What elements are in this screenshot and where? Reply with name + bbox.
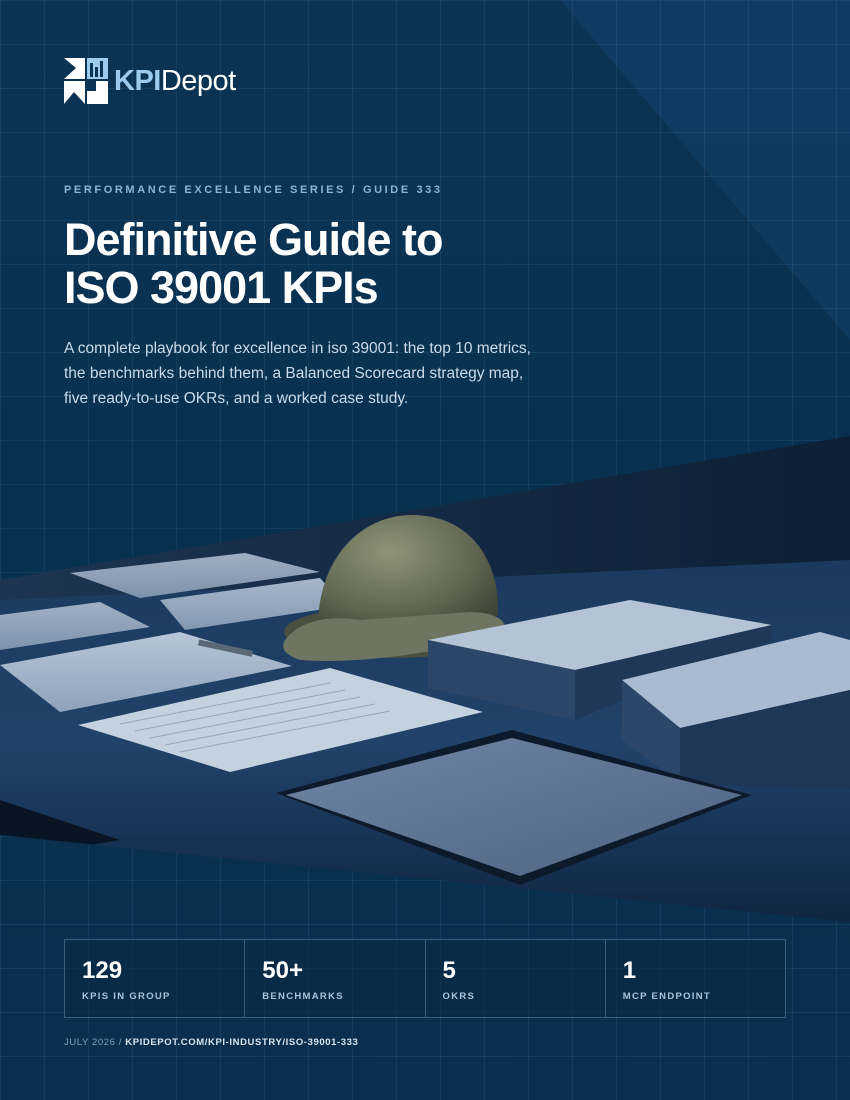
footer-line: JULY 2026 / KPIDEPOT.COM/KPI-INDUSTRY/IS… — [64, 1037, 358, 1048]
stats-strip: 129 KPIS IN GROUP 50+ BENCHMARKS 5 OKRS … — [64, 939, 786, 1018]
footer-separator: / — [115, 1037, 126, 1048]
brand-name: KPIDepot — [114, 64, 236, 97]
series-label: PERFORMANCE EXCELLENCE SERIES / GUIDE 33… — [64, 184, 443, 196]
stat-benchmarks-label: BENCHMARKS — [262, 991, 344, 1002]
stat-kpis: 129 KPIS IN GROUP — [65, 940, 246, 1017]
page-title: Definitive Guide to ISO 39001 KPIs — [64, 216, 664, 312]
stat-mcp-label: MCP ENDPOINT — [622, 991, 712, 1002]
stat-mcp-value: 1 — [622, 957, 637, 984]
brand-name-kpi: KPI — [114, 64, 161, 97]
brand-name-depot: Depot — [160, 64, 236, 97]
page-title-line-2: ISO 39001 KPIs — [64, 262, 379, 313]
page-title-line-1: Definitive Guide to — [64, 214, 444, 265]
footer-date: JULY 2026 — [64, 1037, 116, 1048]
footer-url-link[interactable]: KPIDEPOT.COM/KPI-INDUSTRY/ISO-39001-333 — [125, 1037, 358, 1048]
stat-mcp: 1 MCP ENDPOINT — [606, 940, 785, 1017]
stat-kpis-label: KPIS IN GROUP — [82, 991, 171, 1002]
stat-benchmarks: 50+ BENCHMARKS — [245, 940, 426, 1017]
stat-benchmarks-value: 50+ — [262, 957, 303, 984]
kpidepot-logo-icon — [64, 58, 108, 104]
stat-okrs: 5 OKRS — [426, 940, 606, 1017]
hero-image — [0, 436, 850, 922]
page-subtitle: A complete playbook for excellence in is… — [64, 340, 531, 407]
stat-kpis-value: 129 — [82, 957, 123, 984]
stat-okrs-value: 5 — [442, 957, 456, 984]
cover-page: KPIDepot PERFORMANCE EXCELLENCE SERIES /… — [0, 0, 850, 1100]
stat-okrs-label: OKRS — [442, 991, 476, 1002]
brand-logo[interactable]: KPIDepot — [64, 58, 236, 104]
